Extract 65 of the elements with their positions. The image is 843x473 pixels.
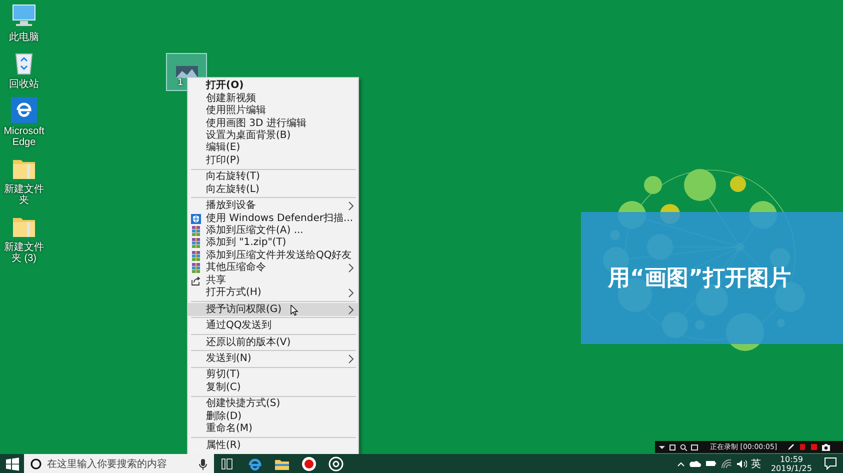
menu-item[interactable]: 创建新视频 <box>188 92 358 105</box>
edge-icon[interactable] <box>10 96 38 124</box>
archive-icon <box>191 226 201 236</box>
menu-item[interactable]: 使用照片编辑 <box>188 104 358 118</box>
caption-text: 用“画图”打开图片 <box>608 265 791 293</box>
stop-icon[interactable] <box>810 443 818 451</box>
archive-icon <box>191 238 201 248</box>
circle-target-icon[interactable] <box>328 456 344 472</box>
menu-item[interactable]: 发送到(N) <box>188 352 358 366</box>
frame-icon[interactable] <box>691 444 698 450</box>
file-label: 1 <box>178 78 184 88</box>
archive-icon <box>191 250 201 261</box>
cortana-circle-icon[interactable] <box>30 458 42 470</box>
battery-icon[interactable] <box>704 459 717 468</box>
menu-item[interactable]: 添加到 "1.zip"(T) <box>188 237 358 250</box>
menu-item[interactable]: 授予访问权限(G) <box>188 303 358 316</box>
menu-item[interactable]: 向左旋转(L) <box>188 184 358 196</box>
search-icon[interactable] <box>680 444 687 450</box>
menu-item[interactable]: 打印(P) <box>188 154 358 168</box>
input-method-indicator[interactable]: 英 <box>750 456 761 470</box>
menu-item[interactable]: 剪切(T) <box>188 369 358 382</box>
desktop-icon-label[interactable]: 此电脑 <box>0 32 48 43</box>
speaker-icon[interactable] <box>736 458 747 468</box>
menu-item[interactable]: 其他压缩命令 <box>188 262 358 275</box>
menu-item[interactable]: 添加到压缩文件(A) ... <box>188 224 358 238</box>
desktop-icon-label[interactable]: 新建文件夹 (3) <box>0 242 48 264</box>
network-icon[interactable] <box>720 458 732 468</box>
menu-item[interactable]: 设置为桌面背景(B) <box>188 130 358 142</box>
desktop-icon-label[interactable]: 新建文件夹 <box>0 184 48 206</box>
pencil-icon[interactable] <box>787 443 796 451</box>
image-thumbnail-icon <box>176 66 198 78</box>
menu-item[interactable]: 使用画图 3D 进行编辑 <box>188 117 358 130</box>
menu-item[interactable]: 复制(C) <box>188 382 358 394</box>
search-field[interactable]: 在这里输入你要搜索的内容 <box>24 454 214 473</box>
microphone-icon[interactable] <box>198 458 208 470</box>
menu-item[interactable]: 编辑(E) <box>188 142 358 155</box>
record-button-icon[interactable] <box>301 456 317 472</box>
window-icon[interactable] <box>669 444 676 450</box>
dropdown-triangle-icon[interactable] <box>659 444 665 450</box>
menu-item[interactable]: 重命名(M) <box>188 422 358 436</box>
desktop-icon-label[interactable]: Microsoft Edge <box>0 126 48 148</box>
menu-item[interactable]: 打开方式(H) <box>188 287 358 300</box>
pause-icon[interactable] <box>799 443 806 451</box>
desktop-icon-label[interactable]: 回收站 <box>0 79 48 90</box>
clock-time[interactable]: 10:59 <box>780 454 804 464</box>
menu-item[interactable]: 删除(D) <box>188 410 358 423</box>
clock-date[interactable]: 2019/1/25 <box>770 464 812 472</box>
menu-item[interactable]: 共享 <box>188 274 358 287</box>
archive-icon <box>191 263 201 274</box>
share-icon <box>191 276 201 286</box>
menu-item[interactable]: 属性(R) <box>188 439 358 452</box>
chevron-up-icon[interactable] <box>676 460 685 468</box>
menu-item[interactable]: 通过QQ发送到 <box>188 320 358 332</box>
cloud-icon[interactable] <box>688 459 701 468</box>
mouse-cursor-icon <box>290 305 298 316</box>
camera-icon[interactable] <box>822 443 830 451</box>
menu-item[interactable]: 使用 Windows Defender扫描... <box>188 212 358 225</box>
menu-item[interactable]: 播放到设备 <box>188 200 358 212</box>
notification-icon[interactable] <box>824 457 837 470</box>
menu-item[interactable]: 添加到压缩文件并发送给QQ好友 <box>188 250 358 262</box>
menu-item[interactable]: 创建快捷方式(S) <box>188 398 358 410</box>
menu-item[interactable]: 向右旋转(T) <box>188 171 358 184</box>
menu-item[interactable]: 还原以前的版本(V) <box>188 336 358 349</box>
shield-icon <box>191 214 201 224</box>
windows-start-icon[interactable] <box>4 456 20 470</box>
